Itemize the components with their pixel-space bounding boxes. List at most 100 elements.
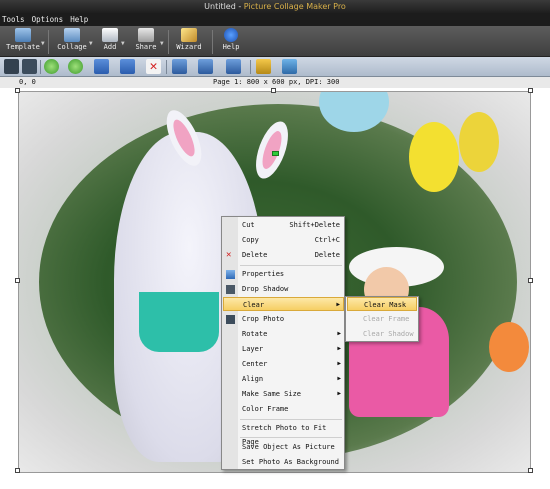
drop-shadow-label: Drop Shadow <box>242 285 289 293</box>
share-label: Share <box>135 43 157 51</box>
picture-frame-icon[interactable] <box>256 59 271 74</box>
delete-icon: ✕ <box>226 250 232 260</box>
printer-icon <box>138 28 154 42</box>
collage-button[interactable]: Collage <box>56 28 88 55</box>
menu-item-rotate[interactable]: Rotate ▶ <box>223 327 344 341</box>
add-dropdown-icon[interactable]: ▼ <box>121 40 125 47</box>
menu-bar: Tools Options Help <box>0 13 550 26</box>
context-menu: Cut Shift+Delete Copy Ctrl+C ✕ Delete De… <box>221 216 345 470</box>
resize-handle[interactable] <box>15 88 20 93</box>
delete-icon[interactable]: ✕ <box>146 59 161 74</box>
submenu-item-clear-frame: Clear Frame <box>363 315 410 323</box>
submenu-arrow-icon: ▶ <box>337 360 341 367</box>
share-button[interactable]: Share <box>134 28 158 55</box>
cut-label: Cut <box>242 221 255 229</box>
help-label: Help <box>222 43 240 51</box>
main-toolbar: Template ▼ Collage ▼ Add ▼ Share ▼ Wizar… <box>0 26 550 57</box>
template-dropdown-icon[interactable]: ▼ <box>41 40 45 47</box>
rotate-handle[interactable] <box>272 151 279 156</box>
resize-handle[interactable] <box>528 278 533 283</box>
menu-item-align[interactable]: Align ▶ <box>223 372 344 386</box>
menu-item-layer[interactable]: Layer ▶ <box>223 342 344 356</box>
resize-handle[interactable] <box>15 468 20 473</box>
add-label: Add <box>103 43 117 51</box>
move-down-icon[interactable] <box>68 59 83 74</box>
delete-shortcut: Delete <box>314 251 340 259</box>
cut-shortcut: Shift+Delete <box>289 221 340 229</box>
layer-label: Layer <box>242 345 264 353</box>
submenu-arrow-icon: ▶ <box>337 390 341 397</box>
template-icon <box>15 28 31 42</box>
menu-item-properties[interactable]: Properties <box>223 267 344 281</box>
rotate-label: Rotate <box>242 330 268 338</box>
menu-item-clear[interactable]: Clear ▶ <box>223 297 344 311</box>
collage-icon <box>64 28 80 42</box>
toolbar-divider <box>40 60 41 74</box>
center-label: Center <box>242 360 268 368</box>
toolbar-divider <box>166 60 167 74</box>
menu-item-drop-shadow[interactable]: Drop Shadow <box>223 282 344 296</box>
person-icon[interactable] <box>4 59 19 74</box>
copy-shortcut: Ctrl+C <box>314 236 340 244</box>
menu-item-stretch-photo[interactable]: Stretch Photo to Fit Page <box>223 421 344 446</box>
document-title: Untitled <box>204 2 236 11</box>
menu-item-make-same-size[interactable]: Make Same Size ▶ <box>223 387 344 401</box>
menu-help[interactable]: Help <box>68 13 93 26</box>
align-bottom-icon[interactable] <box>226 59 241 74</box>
menu-tools[interactable]: Tools <box>0 13 30 26</box>
align-center-icon[interactable] <box>172 59 187 74</box>
resize-handle[interactable] <box>528 88 533 93</box>
submenu-arrow-icon: ▶ <box>337 330 341 337</box>
menu-item-delete[interactable]: ✕ Delete Delete <box>223 248 344 262</box>
wizard-wand-icon <box>181 28 197 42</box>
align-label: Align <box>242 375 264 383</box>
menu-item-save-object[interactable]: Save Object As Picture <box>223 440 344 454</box>
submenu-arrow-icon: ▶ <box>336 301 340 308</box>
make-same-size-label: Make Same Size <box>242 390 302 398</box>
title-separator: - <box>235 2 244 11</box>
crop-icon[interactable] <box>22 59 37 74</box>
resize-handle[interactable] <box>15 278 20 283</box>
balloon-image <box>409 122 459 192</box>
collage-dropdown-icon[interactable]: ▼ <box>89 40 93 47</box>
help-icon <box>224 28 238 42</box>
submenu-item-clear-mask[interactable]: Clear Mask <box>347 297 417 311</box>
photo-settings-icon[interactable] <box>282 59 297 74</box>
resize-handle[interactable] <box>271 88 276 93</box>
rotate-left-icon[interactable] <box>94 59 109 74</box>
page-info: Page 1: 800 x 600 px, DPI: 300 <box>213 78 340 86</box>
clear-label: Clear <box>243 301 265 309</box>
delete-label: Delete <box>242 251 268 259</box>
menu-item-crop-photo[interactable]: Crop Photo <box>223 312 344 326</box>
menu-item-center[interactable]: Center ▶ <box>223 357 344 371</box>
crop-icon <box>226 315 235 324</box>
drop-shadow-icon <box>226 285 235 294</box>
title-bar: Untitled - Picture Collage Maker Pro <box>0 0 550 13</box>
help-button[interactable]: Help <box>221 28 241 55</box>
edit-toolbar: ✕ <box>0 57 550 77</box>
menu-item-set-background[interactable]: Set Photo As Background <box>223 455 344 469</box>
color-frame-label: Color Frame <box>242 405 289 413</box>
toolbar-divider <box>48 30 49 54</box>
submenu-arrow-icon: ▶ <box>337 375 341 382</box>
add-button[interactable]: Add <box>100 28 120 55</box>
menu-options[interactable]: Options <box>30 13 69 26</box>
move-up-icon[interactable] <box>44 59 59 74</box>
wizard-button[interactable]: Wizard <box>176 28 202 55</box>
share-dropdown-icon[interactable]: ▼ <box>160 40 164 47</box>
set-background-label: Set Photo As Background <box>242 458 339 466</box>
template-label: Template <box>6 43 40 51</box>
add-icon <box>102 28 118 42</box>
balloon-image <box>459 112 499 172</box>
rotate-right-icon[interactable] <box>120 59 135 74</box>
menu-item-copy[interactable]: Copy Ctrl+C <box>223 233 344 247</box>
resize-handle[interactable] <box>528 468 533 473</box>
template-button[interactable]: Template <box>6 28 40 55</box>
menu-separator <box>240 419 342 420</box>
menu-item-color-frame[interactable]: Color Frame <box>223 402 344 416</box>
toolbar-divider <box>168 30 169 54</box>
align-horizontal-icon[interactable] <box>198 59 213 74</box>
menu-item-cut[interactable]: Cut Shift+Delete <box>223 218 344 232</box>
menu-separator <box>240 437 342 438</box>
app-title: Picture Collage Maker Pro <box>243 2 346 11</box>
